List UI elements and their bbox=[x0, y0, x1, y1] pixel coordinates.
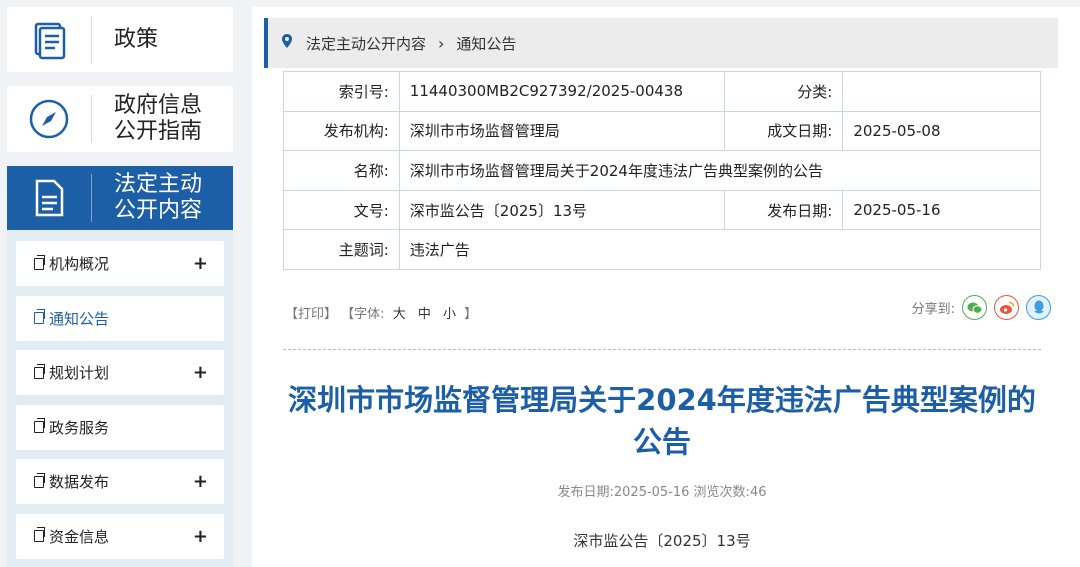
font-small-button[interactable]: 小 bbox=[443, 307, 456, 322]
label-line-2: 公开指南 bbox=[114, 119, 203, 144]
label-line-2: 公开内容 bbox=[114, 198, 203, 223]
share-label: 分享到: bbox=[911, 302, 955, 317]
sidebar: 政策 政府信息 公开指南 法定主动 公开内容 机构概况 + 通知公告 规划计划 … bbox=[7, 7, 233, 567]
sidebar-item-notices[interactable]: 通知公告 bbox=[16, 295, 224, 341]
location-pin-icon bbox=[282, 34, 292, 52]
font-large-button[interactable]: 大 bbox=[393, 307, 406, 322]
font-size-suffix: 】 bbox=[464, 307, 478, 322]
created-date-value: 2025-05-08 bbox=[842, 110, 1041, 152]
article-doc-number: 深市监公告〔2025〕13号 bbox=[573, 532, 751, 550]
font-size-prefix: 【字体: bbox=[341, 307, 385, 322]
label-line-1: 政府信息 bbox=[114, 93, 203, 118]
font-medium-button[interactable]: 中 bbox=[418, 307, 431, 322]
nav-statutory-content-label: 法定主动 公开内容 bbox=[114, 172, 202, 224]
doc-number-label: 文号: bbox=[283, 189, 400, 231]
breadcrumb-root-link[interactable]: 法定主动公开内容 bbox=[306, 33, 426, 54]
publisher-value: 深圳市市场监督管理局 bbox=[398, 110, 725, 152]
name-value: 深圳市市场监督管理局关于2024年度违法广告典型案例的公告 bbox=[398, 150, 1042, 191]
weibo-share-icon[interactable] bbox=[994, 295, 1019, 320]
nav-disclosure-guide-label: 政府信息 公开指南 bbox=[114, 93, 202, 145]
name-label: 名称: bbox=[283, 150, 400, 191]
sidebar-item-plans[interactable]: 规划计划 + bbox=[16, 350, 224, 395]
publish-info: 发布日期:2025-05-16 浏览次数:46 bbox=[557, 485, 767, 500]
sidebar-item-label: 规划计划 bbox=[49, 364, 110, 382]
sidebar-item-org-overview[interactable]: 机构概况 + bbox=[16, 241, 224, 286]
wechat-share-icon[interactable] bbox=[962, 295, 987, 320]
topic-value: 违法广告 bbox=[398, 229, 1042, 270]
index-value: 11440300MB2C927392/2025-00438 bbox=[398, 71, 725, 112]
table-row: 文号: 深市监公告〔2025〕13号 发布日期: 2025-05-16 bbox=[283, 189, 1041, 231]
category-label: 分类: bbox=[723, 71, 844, 112]
expand-icon[interactable]: + bbox=[193, 471, 208, 492]
document-icon bbox=[7, 166, 91, 230]
divider bbox=[91, 174, 92, 222]
category-value bbox=[842, 71, 1041, 112]
document-icon bbox=[34, 309, 45, 324]
document-icon bbox=[34, 363, 45, 379]
print-link[interactable]: 【打印】 bbox=[285, 307, 337, 322]
label-line-1: 法定主动 bbox=[114, 172, 203, 197]
expand-icon[interactable]: + bbox=[193, 362, 208, 383]
chevron-right-icon: › bbox=[438, 33, 445, 53]
divider bbox=[91, 15, 92, 64]
document-icon bbox=[34, 527, 45, 542]
share-bar: 分享到: bbox=[912, 295, 1051, 320]
divider bbox=[91, 95, 92, 143]
sidebar-item-funding-info[interactable]: 资金信息 + bbox=[16, 513, 224, 559]
breadcrumb-current[interactable]: 通知公告 bbox=[456, 33, 516, 54]
table-row: 发布机构: 深圳市市场监督管理局 成文日期: 2025-05-08 bbox=[283, 110, 1041, 152]
sidebar-item-data-release[interactable]: 数据发布 + bbox=[16, 459, 224, 504]
qq-share-icon[interactable] bbox=[1026, 295, 1051, 320]
divider bbox=[283, 349, 1041, 350]
doc-number-value: 深市监公告〔2025〕13号 bbox=[398, 189, 725, 231]
page-tools: 【打印】 【字体: 大 中 小 】 bbox=[285, 303, 477, 322]
metadata-table: 索引号: 11440300MB2C927392/2025-00438 分类: 发… bbox=[283, 71, 1042, 270]
sidebar-item-label: 通知公告 bbox=[49, 309, 110, 328]
sidebar-item-gov-services[interactable]: 政务服务 bbox=[16, 404, 224, 450]
article-title: 深圳市市场监督管理局关于2024年度违法广告典型案例的公告 bbox=[288, 383, 1036, 459]
nav-policy[interactable]: 政策 bbox=[7, 7, 233, 72]
document-icon bbox=[34, 418, 45, 433]
expand-icon[interactable]: + bbox=[193, 526, 208, 547]
created-date-label: 成文日期: bbox=[723, 110, 844, 152]
subnav: 机构概况 + 通知公告 规划计划 + 政务服务 数据发布 + 资金信息 + bbox=[7, 230, 233, 567]
nav-policy-label: 政策 bbox=[114, 26, 159, 52]
sidebar-item-label: 政务服务 bbox=[49, 418, 110, 437]
expand-icon[interactable]: + bbox=[193, 253, 208, 274]
nav-statutory-content[interactable]: 法定主动 公开内容 bbox=[7, 166, 233, 230]
topic-label: 主题词: bbox=[283, 229, 400, 270]
index-label: 索引号: bbox=[283, 71, 400, 112]
sidebar-item-label: 数据发布 bbox=[49, 473, 110, 491]
document-icon bbox=[34, 472, 45, 488]
table-row: 索引号: 11440300MB2C927392/2025-00438 分类: bbox=[283, 71, 1041, 112]
compass-icon bbox=[7, 86, 91, 152]
document-stack-icon bbox=[7, 7, 91, 72]
table-row: 主题词: 违法广告 bbox=[283, 229, 1042, 270]
published-date-value: 2025-05-16 bbox=[842, 189, 1041, 231]
publisher-label: 发布机构: bbox=[283, 110, 400, 152]
published-date-label: 发布日期: bbox=[723, 189, 844, 231]
sidebar-item-label: 机构概况 bbox=[49, 255, 110, 273]
sidebar-item-label: 资金信息 bbox=[49, 527, 110, 546]
table-row: 名称: 深圳市市场监督管理局关于2024年度违法广告典型案例的公告 bbox=[283, 150, 1042, 191]
nav-disclosure-guide[interactable]: 政府信息 公开指南 bbox=[7, 86, 233, 152]
main-content: 法定主动公开内容 › 通知公告 索引号: 11440300MB2C927392/… bbox=[252, 7, 1080, 567]
document-icon bbox=[34, 254, 45, 270]
breadcrumb: 法定主动公开内容 › 通知公告 bbox=[264, 18, 1058, 68]
